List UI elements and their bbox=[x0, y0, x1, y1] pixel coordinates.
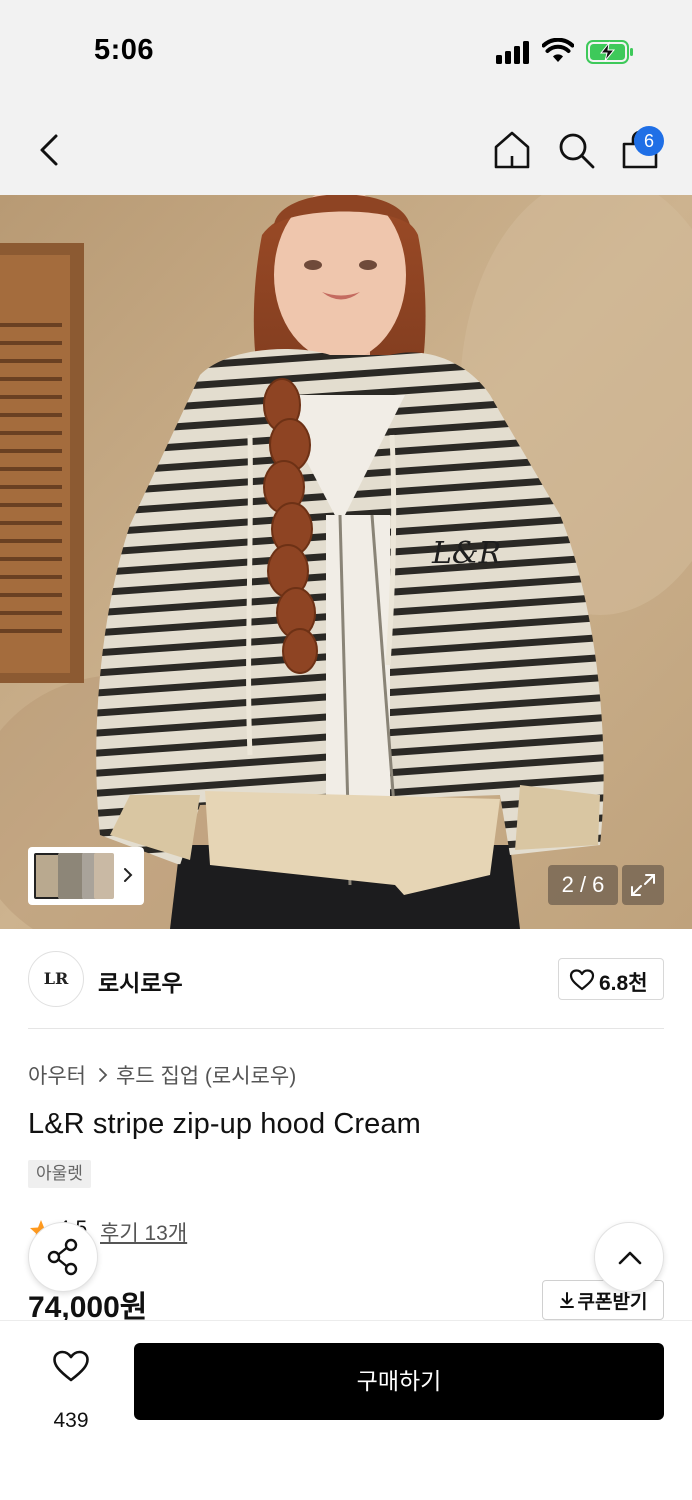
brand-like-count: 6.8천 bbox=[599, 972, 648, 995]
brand-logo-text: LR bbox=[43, 969, 69, 988]
battery-charging-icon bbox=[586, 40, 633, 64]
review-count-link[interactable]: 후기 13개 bbox=[100, 1217, 187, 1247]
chevron-up-icon bbox=[618, 1251, 642, 1265]
brand-like-button[interactable]: 6.8천 bbox=[558, 958, 664, 1000]
divider bbox=[28, 1028, 664, 1029]
product-title: L&R stripe zip-up hood Cream bbox=[28, 1108, 421, 1140]
heart-icon bbox=[53, 1350, 89, 1382]
status-time: 5:06 bbox=[94, 34, 155, 66]
expand-icon[interactable] bbox=[622, 865, 664, 905]
chevron-right-icon bbox=[99, 1068, 108, 1082]
heart-icon bbox=[569, 969, 595, 991]
brand-name[interactable]: 로시로우 bbox=[98, 964, 183, 998]
thumbnail-image[interactable] bbox=[94, 853, 114, 899]
buy-button[interactable]: 구매하기 bbox=[134, 1343, 664, 1420]
brand-logo[interactable]: LR bbox=[28, 951, 84, 1007]
app-header bbox=[0, 100, 692, 195]
thumbnail-image[interactable] bbox=[58, 853, 84, 899]
back-icon[interactable] bbox=[30, 128, 70, 172]
thumbnail-image[interactable] bbox=[34, 853, 60, 899]
chevron-right-icon[interactable] bbox=[120, 863, 136, 887]
share-button[interactable] bbox=[28, 1222, 98, 1292]
wifi-icon bbox=[542, 38, 574, 62]
download-icon bbox=[559, 1292, 574, 1308]
thumbnail-strip[interactable] bbox=[28, 847, 144, 905]
svg-text:L&R: L&R bbox=[431, 536, 501, 571]
product-photo: L&R bbox=[0, 195, 692, 929]
search-icon[interactable] bbox=[556, 130, 596, 170]
bottom-action-bar: 439 구매하기 bbox=[0, 1320, 692, 1500]
status-bar: 5:06 bbox=[0, 0, 692, 100]
cart-count-badge: 6 bbox=[634, 126, 664, 156]
cellular-signal-icon bbox=[496, 40, 532, 64]
scroll-to-top-button[interactable] bbox=[594, 1222, 664, 1292]
breadcrumb: 아우터 후드 집업 (로시로우) bbox=[28, 1060, 296, 1090]
breadcrumb-item-subcategory[interactable]: 후드 집업 (로시로우) bbox=[116, 1060, 296, 1090]
product-image-gallery[interactable]: L&R 2 / 6 bbox=[0, 195, 692, 929]
outlet-tag: 아울렛 bbox=[28, 1160, 91, 1188]
share-icon bbox=[47, 1238, 78, 1276]
breadcrumb-item-category[interactable]: 아우터 bbox=[28, 1060, 86, 1090]
wishlist-count: 439 bbox=[53, 1409, 89, 1432]
home-icon[interactable] bbox=[492, 130, 532, 170]
wishlist-button[interactable]: 439 bbox=[36, 1345, 106, 1432]
image-page-indicator: 2 / 6 bbox=[548, 865, 618, 905]
